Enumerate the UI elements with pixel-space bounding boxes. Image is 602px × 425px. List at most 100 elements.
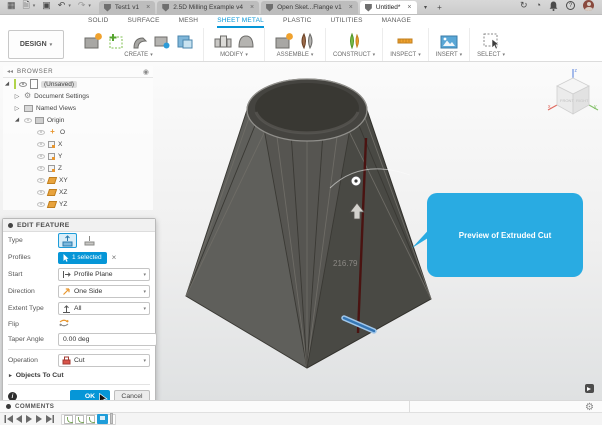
group-label-modify[interactable]: MODIFY ▾ — [220, 52, 248, 58]
document-tab-3[interactable]: Open Sket...Flange v1 × — [261, 1, 358, 14]
visibility-eye-icon[interactable] — [24, 117, 32, 123]
browser-filter-icon[interactable]: ◉ — [143, 68, 149, 76]
help-icon[interactable]: ? — [566, 1, 575, 10]
sync-status-icon[interactable]: ↻ — [520, 1, 528, 10]
timeline-playback-controls[interactable] — [4, 414, 56, 424]
operation-dropdown[interactable]: Cut ▾ — [58, 354, 150, 367]
visibility-eye-icon[interactable] — [37, 129, 45, 135]
measure-icon[interactable] — [394, 30, 417, 52]
close-tab-icon[interactable]: × — [146, 4, 150, 11]
expand-icon[interactable]: ◢ — [13, 117, 21, 123]
visibility-eye-icon[interactable] — [37, 201, 45, 207]
dialog-header[interactable]: EDIT FEATURE — [3, 219, 155, 232]
joint-icon[interactable] — [295, 30, 318, 52]
profiles-selected-chip[interactable]: 1 selected — [58, 251, 107, 264]
tab-mesh[interactable]: MESH — [179, 15, 199, 28]
group-label-construct[interactable]: CONSTRUCT ▾ — [333, 52, 375, 58]
timeline-sketch-feature[interactable] — [86, 414, 95, 424]
clear-selection-icon[interactable]: × — [112, 253, 117, 262]
tab-list-chevron-icon[interactable]: ▾ — [419, 1, 433, 14]
derive-icon[interactable] — [173, 30, 196, 52]
tree-row-document-settings[interactable]: ▷ ⚙ Document Settings — [3, 90, 153, 102]
new-component-icon[interactable] — [272, 30, 295, 52]
direction-dropdown[interactable]: One Side ▾ — [58, 285, 150, 298]
tree-row-axis-z[interactable]: Z — [3, 162, 153, 174]
collapsed-icon[interactable]: ▷ — [13, 93, 21, 100]
visibility-eye-icon[interactable] — [19, 81, 27, 87]
comments-title: COMMENTS — [15, 403, 55, 410]
tree-row-root[interactable]: ◢ (Unsaved) — [3, 78, 153, 90]
view-cube[interactable]: z x y FRONT RIGHT — [546, 66, 600, 122]
group-label-inspect[interactable]: INSPECT ▾ — [390, 52, 421, 58]
start-dropdown[interactable]: Profile Plane ▾ — [58, 268, 150, 281]
flange-icon[interactable] — [81, 30, 104, 52]
visibility-eye-icon[interactable] — [37, 165, 45, 171]
tab-sheet-metal[interactable]: SHEET METAL — [217, 15, 264, 28]
redo-icon[interactable]: ↷ — [78, 1, 86, 10]
preferences-gear-icon[interactable]: ⚙ — [585, 403, 594, 413]
tab-manage[interactable]: MANAGE — [382, 15, 411, 28]
redo-caret-icon[interactable]: ▾ — [88, 3, 91, 9]
workspace-selector-button[interactable]: DESIGN ▾ — [8, 30, 64, 59]
undo-caret-icon[interactable]: ▾ — [68, 3, 71, 9]
visibility-eye-icon[interactable] — [37, 177, 45, 183]
document-tab-active[interactable]: Untitled* × — [359, 1, 417, 14]
save-icon[interactable]: ▣ — [42, 1, 51, 10]
tree-row-plane-yz[interactable]: YZ — [3, 198, 153, 210]
app-grid-icon[interactable]: ▦ — [7, 1, 16, 10]
bend-icon[interactable] — [127, 30, 150, 52]
tree-row-plane-xy[interactable]: XY — [3, 174, 153, 186]
collapsed-icon[interactable]: ▷ — [13, 105, 21, 112]
tab-utilities[interactable]: UTILITIES — [330, 15, 362, 28]
visibility-eye-icon[interactable] — [37, 153, 45, 159]
file-caret-icon[interactable]: ▾ — [33, 3, 36, 9]
timeline-extrude-feature-selected[interactable] — [97, 413, 108, 424]
tree-row-plane-xz[interactable]: XZ — [3, 186, 153, 198]
tree-row-origin[interactable]: ◢ Origin — [3, 114, 153, 126]
insert-image-icon[interactable] — [437, 30, 460, 52]
tree-row-named-views[interactable]: ▷ Named Views — [3, 102, 153, 114]
group-label-assemble[interactable]: ASSEMBLE ▾ — [277, 52, 314, 58]
tree-row-origin-point[interactable]: + O — [3, 126, 153, 138]
visibility-eye-icon[interactable] — [37, 141, 45, 147]
form-icon[interactable] — [234, 30, 257, 52]
select-icon[interactable] — [480, 30, 503, 52]
group-label-select[interactable]: SELECT ▾ — [477, 52, 505, 58]
timeline-sketch-feature[interactable] — [75, 414, 84, 424]
group-label-insert[interactable]: INSERT ▾ — [436, 52, 462, 58]
tab-solid[interactable]: SOLID — [88, 15, 109, 28]
close-tab-icon[interactable]: × — [407, 4, 411, 11]
new-tab-icon[interactable]: + — [433, 1, 447, 14]
tree-row-axis-y[interactable]: Y — [3, 150, 153, 162]
expand-icon[interactable]: ◢ — [3, 81, 11, 87]
tab-surface[interactable]: SURFACE — [128, 15, 160, 28]
timeline-sketch-feature[interactable] — [64, 414, 73, 424]
objects-to-cut-row[interactable]: ▸ Objects To Cut — [3, 369, 155, 382]
create-sketch-icon[interactable] — [104, 30, 127, 52]
flip-button[interactable] — [58, 315, 70, 333]
undo-icon[interactable]: ↶ — [58, 1, 66, 10]
collapse-panel-icon[interactable]: ◂◂ — [7, 68, 13, 75]
type-extrude-button[interactable] — [58, 233, 77, 248]
unfold-icon[interactable] — [211, 30, 234, 52]
convert-to-sheet-metal-icon[interactable] — [150, 30, 173, 52]
visibility-eye-icon[interactable] — [37, 189, 45, 195]
type-thin-extrude-button[interactable] — [80, 233, 99, 248]
job-status-icon[interactable]: ◔ — [536, 1, 541, 10]
construction-plane-icon[interactable] — [343, 30, 366, 52]
tree-row-axis-x[interactable]: X — [3, 138, 153, 150]
extent-dropdown[interactable]: All ▾ — [58, 302, 150, 315]
timeline-position-marker[interactable] — [110, 412, 113, 424]
user-avatar[interactable] — [583, 0, 594, 11]
feedback-icon[interactable] — [585, 384, 594, 393]
close-tab-icon[interactable]: × — [349, 4, 353, 11]
notifications-bell-icon[interactable] — [549, 1, 558, 11]
document-tab-2[interactable]: 2.5D Milling Example v4 × — [157, 1, 260, 14]
file-menu-icon[interactable]: 🗎 — [23, 1, 30, 10]
taper-angle-input[interactable] — [58, 332, 157, 346]
group-label-create[interactable]: CREATE ▾ — [124, 52, 152, 58]
document-tab-1[interactable]: Test1 v1 × — [98, 1, 156, 14]
close-tab-icon[interactable]: × — [250, 4, 254, 11]
tab-plastic[interactable]: PLASTIC — [283, 15, 312, 28]
caret-down-icon: ▾ — [143, 357, 146, 364]
